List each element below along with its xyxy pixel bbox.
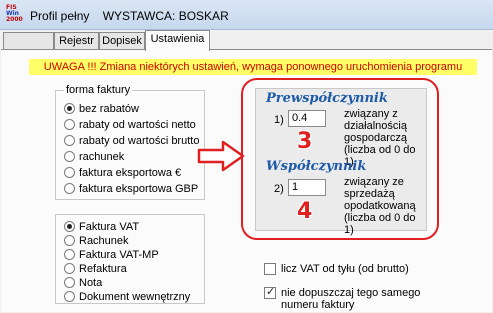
prewspolczynnik-input[interactable]: 0.4 [288,110,326,127]
window-title: Profil pełny WYSTAWCA: BOSKAR [30,9,229,23]
wspolczynnik-number: 2) [274,183,284,195]
radio-label: Dokument wewnętrzny [79,291,191,303]
checkbox-label-line: numeru faktury [281,299,355,311]
radio-dokument-wewnetrzny[interactable]: Dokument wewnętrzny [64,289,190,305]
prewspolczynnik-number: 1) [274,114,284,126]
app-logo: FIS Win 2000 [6,5,24,25]
restart-warning: UWAGA !!! Zmiana niektórych ustawień, wy… [29,59,477,75]
document-type-group: Faktura VAT Rachunek Faktura VAT-MP Refa… [55,214,205,304]
desc-line: działalnością [344,120,407,132]
radio-rachunek-form[interactable]: rachunek [64,149,124,165]
tab-ustawienia[interactable]: Ustawienia [145,30,210,51]
radio-label: rabaty od wartości netto [79,119,196,131]
radio-label: faktura eksportowa € [79,167,182,179]
wspolczynnik-input[interactable]: 1 [288,179,326,196]
radio-label: Rachunek [79,235,129,247]
radio-label: rabaty od wartości brutto [79,135,200,147]
vendor-label: WYSTAWCA: BOSKAR [102,9,229,23]
radio-icon[interactable] [64,151,75,162]
tab-blank[interactable] [3,32,54,50]
wspolczynnik-title: Współczynnik [266,159,367,174]
radio-icon[interactable] [64,119,75,130]
radio-label: faktura eksportowa GBP [79,183,199,195]
radio-label: bez rabatów [79,103,139,115]
desc-line: związany ze [344,176,404,188]
radio-label: Faktura VAT [79,221,140,233]
app-logo-line-3: 2000 [6,16,23,23]
radio-rabaty-brutto[interactable]: rabaty od wartości brutto [64,133,199,149]
coefficients-highlight: Prewspółczynnik 1) 0.4 związany z działa… [241,78,439,240]
radio-icon[interactable] [64,235,75,246]
window-title-text: Profil pełny [30,9,90,23]
radio-icon[interactable] [64,167,75,178]
radio-icon[interactable] [64,277,75,288]
desc-line: opodatkowaną [344,200,416,212]
tab-bar: Rejestr Dopisek Ustawienia [0,30,493,51]
wspolczynnik-description: związany ze sprzedażą opodatkowaną (licz… [344,176,426,236]
checkbox-label: licz VAT od tyłu (od brutto) [281,263,409,275]
checkbox-label-line: nie dopuszczaj tego samego [281,287,421,299]
radio-icon[interactable] [64,249,75,260]
step-3-badge: 3 [297,129,313,154]
desc-line: związany z [344,108,398,120]
coefficients-panel: Prewspółczynnik 1) 0.4 związany z działa… [255,88,427,236]
tab-rejestr[interactable]: Rejestr [54,32,99,50]
radio-eksportowa-gbp[interactable]: faktura eksportowa GBP [64,181,198,197]
radio-label: Nota [79,277,103,289]
radio-bez-rabatow[interactable]: bez rabatów [64,101,139,117]
desc-line: sprzedażą [344,188,395,200]
arrow-right-icon [197,140,245,172]
checkbox-box[interactable] [264,263,276,275]
step-4-badge: 4 [297,199,313,224]
checkbox-label: nie dopuszczaj tego samego numeru faktur… [281,287,420,311]
prewspolczynnik-title: Prewspółczynnik [266,91,388,106]
radio-icon[interactable] [64,291,75,302]
radio-label: Refaktura [79,263,127,275]
desc-line: gospodarczą [344,132,407,144]
invoice-form-legend: forma faktury [64,84,133,96]
radio-label: Faktura VAT-MP [79,249,159,261]
radio-eksportowa-eur[interactable]: faktura eksportowa € [64,165,181,181]
invoice-form-group: forma faktury bez rabatów rabaty od wart… [55,84,205,200]
radio-rabaty-netto[interactable]: rabaty od wartości netto [64,117,196,133]
desc-line: (liczba od 0 do 1) [344,212,416,236]
checkbox-checked-icon[interactable] [264,286,276,299]
tab-dopisek[interactable]: Dopisek [99,32,145,50]
settings-panel: UWAGA !!! Zmiana niektórych ustawień, wy… [1,49,492,312]
radio-selected-icon[interactable] [64,103,75,114]
radio-icon[interactable] [64,263,75,274]
radio-label: rachunek [79,151,125,163]
title-bar: FIS Win 2000 Profil pełny WYSTAWCA: BOSK… [0,0,493,30]
radio-icon[interactable] [64,183,75,194]
radio-selected-icon[interactable] [64,221,75,232]
radio-icon[interactable] [64,135,75,146]
